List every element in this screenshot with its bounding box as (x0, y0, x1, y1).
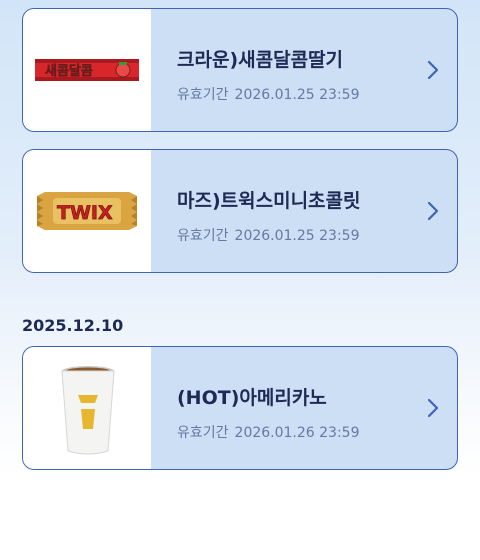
product-image: TWIX (23, 150, 151, 272)
chocolate-bar-icon: TWIX (37, 192, 137, 230)
product-image (23, 347, 151, 469)
coupon-card[interactable]: (HOT)아메리카노 유효기간 2026.01.26 23:59 (22, 346, 458, 470)
expiry-label: 유효기간 (177, 228, 229, 244)
product-name: 마즈)트윅스미니초콜릿 (177, 190, 361, 212)
chevron-right-icon (427, 201, 439, 221)
product-image: 새콤달콤 (23, 9, 151, 131)
svg-text:TWIX: TWIX (57, 202, 113, 224)
expiry-value: 2026.01.25 23:59 (234, 228, 360, 244)
expiry-info: 유효기간 2026.01.26 23:59 (177, 422, 360, 442)
candy-pack-icon: 새콤달콤 (35, 59, 139, 81)
svg-text:새콤달콤: 새콤달콤 (45, 63, 93, 79)
chevron-right-icon (427, 60, 439, 80)
expiry-value: 2026.01.25 23:59 (234, 87, 360, 103)
expiry-info: 유효기간 2026.01.25 23:59 (177, 225, 360, 245)
coupon-card[interactable]: TWIX 마즈)트윅스미니초콜릿 유효기간 2026.01.25 23:59 (22, 149, 458, 273)
expiry-info: 유효기간 2026.01.25 23:59 (177, 84, 360, 104)
expiry-value: 2026.01.26 23:59 (234, 425, 360, 441)
expiry-label: 유효기간 (177, 87, 229, 103)
coffee-cup-icon (61, 366, 115, 455)
coupon-card[interactable]: 새콤달콤 크라운)새콤달콤딸기 유효기간 2026.01.25 23:59 (22, 8, 458, 132)
product-name: 크라운)새콤달콤딸기 (177, 49, 344, 71)
expiry-label: 유효기간 (177, 425, 229, 441)
section-date: 2025.12.10 (22, 316, 124, 335)
product-name: (HOT)아메리카노 (177, 387, 327, 409)
chevron-right-icon (427, 398, 439, 418)
